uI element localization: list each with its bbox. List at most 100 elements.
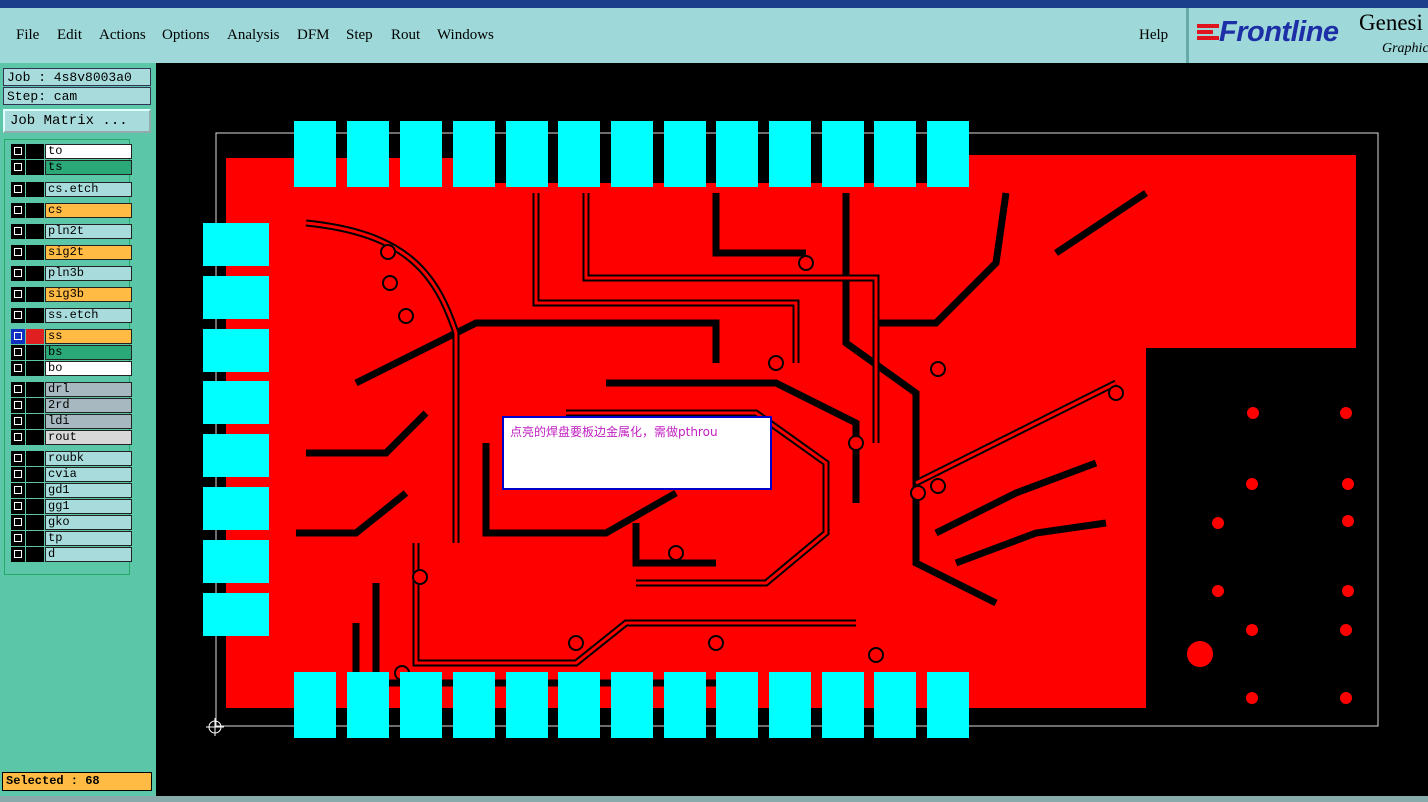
layer-checkbox[interactable] (11, 382, 25, 397)
via[interactable] (1338, 405, 1354, 421)
layer-checkbox[interactable] (11, 547, 25, 562)
layer-row-bs[interactable]: bs (9, 345, 132, 360)
bottom-pad[interactable] (769, 672, 811, 738)
top-pad[interactable] (611, 121, 653, 187)
layer-row-2rd[interactable]: 2rd (9, 398, 132, 413)
bottom-pad[interactable] (664, 672, 706, 738)
layer-row-gd1[interactable]: gd1 (9, 483, 132, 498)
via[interactable] (1245, 405, 1261, 421)
layer-row-to[interactable]: to (9, 144, 132, 159)
layer-row-pln3b[interactable]: pln3b (9, 266, 132, 281)
layer-checkbox[interactable] (11, 515, 25, 530)
layer-row-cs[interactable]: cs (9, 203, 132, 218)
top-pad[interactable] (716, 121, 758, 187)
top-pad[interactable] (927, 121, 969, 187)
via[interactable] (1210, 515, 1226, 531)
via[interactable] (1340, 513, 1356, 529)
via[interactable] (798, 255, 814, 271)
menu-windows[interactable]: Windows (437, 27, 494, 44)
layer-row-gg1[interactable]: gg1 (9, 499, 132, 514)
layer-checkbox[interactable] (11, 287, 25, 302)
via[interactable] (1108, 385, 1124, 401)
left-pad[interactable] (203, 223, 269, 266)
menu-options[interactable]: Options (162, 27, 210, 44)
via[interactable] (380, 244, 396, 260)
layer-row-cvia[interactable]: cvia (9, 467, 132, 482)
via[interactable] (1340, 583, 1356, 599)
via[interactable] (412, 569, 428, 585)
pcb-board[interactable] (156, 63, 1428, 796)
via[interactable] (868, 647, 884, 663)
mounting-hole[interactable] (1185, 639, 1215, 669)
top-pad[interactable] (769, 121, 811, 187)
left-pad[interactable] (203, 593, 269, 636)
layer-checkbox[interactable] (11, 499, 25, 514)
bottom-pad[interactable] (611, 672, 653, 738)
top-pad[interactable] (506, 121, 548, 187)
bottom-pad[interactable] (506, 672, 548, 738)
via[interactable] (1340, 476, 1356, 492)
bottom-pad[interactable] (822, 672, 864, 738)
layer-checkbox[interactable] (11, 245, 25, 260)
menu-step[interactable]: Step (346, 27, 373, 44)
layer-checkbox[interactable] (11, 203, 25, 218)
layer-checkbox[interactable] (11, 182, 25, 197)
via[interactable] (382, 275, 398, 291)
layer-checkbox[interactable] (11, 414, 25, 429)
bottom-pad[interactable] (716, 672, 758, 738)
via[interactable] (708, 635, 724, 651)
layer-row-rout[interactable]: rout (9, 430, 132, 445)
layer-checkbox[interactable] (11, 345, 25, 360)
layer-row-roubk[interactable]: roubk (9, 451, 132, 466)
layer-row-ldi[interactable]: ldi (9, 414, 132, 429)
layer-row-sig3b[interactable]: sig3b (9, 287, 132, 302)
top-pad[interactable] (874, 121, 916, 187)
via[interactable] (930, 478, 946, 494)
layer-row-ss-etch[interactable]: ss.etch (9, 308, 132, 323)
layer-checkbox[interactable] (11, 451, 25, 466)
via[interactable] (668, 545, 684, 561)
menu-help[interactable]: Help (1139, 27, 1168, 44)
layer-row-drl[interactable]: drl (9, 382, 132, 397)
layer-checkbox[interactable] (11, 361, 25, 376)
menu-file[interactable]: File (16, 27, 39, 44)
via[interactable] (1244, 622, 1260, 638)
layer-checkbox[interactable] (11, 531, 25, 546)
top-pad[interactable] (347, 121, 389, 187)
bottom-pad[interactable] (294, 672, 336, 738)
via[interactable] (768, 355, 784, 371)
left-pad[interactable] (203, 329, 269, 372)
layer-checkbox[interactable] (11, 398, 25, 413)
bottom-pad[interactable] (927, 672, 969, 738)
via[interactable] (848, 435, 864, 451)
menu-edit[interactable]: Edit (57, 27, 82, 44)
layer-checkbox[interactable] (11, 308, 25, 323)
layer-row-d[interactable]: d (9, 547, 132, 562)
bottom-pad[interactable] (874, 672, 916, 738)
note-popup[interactable]: 点亮的焊盘要板边金属化，需做pthrou (502, 416, 772, 490)
top-pad[interactable] (453, 121, 495, 187)
left-pad[interactable] (203, 381, 269, 424)
via[interactable] (1210, 583, 1226, 599)
top-pad[interactable] (400, 121, 442, 187)
layer-row-pln2t[interactable]: pln2t (9, 224, 132, 239)
layer-row-sig2t[interactable]: sig2t (9, 245, 132, 260)
layer-checkbox[interactable] (11, 467, 25, 482)
via[interactable] (1338, 690, 1354, 706)
menu-dfm[interactable]: DFM (297, 27, 330, 44)
bottom-pad[interactable] (347, 672, 389, 738)
layer-row-tp[interactable]: tp (9, 531, 132, 546)
via[interactable] (568, 635, 584, 651)
layer-row-gko[interactable]: gko (9, 515, 132, 530)
bottom-pad[interactable] (400, 672, 442, 738)
bottom-pad[interactable] (453, 672, 495, 738)
menu-analysis[interactable]: Analysis (227, 27, 280, 44)
via[interactable] (930, 361, 946, 377)
layer-checkbox[interactable] (11, 160, 25, 175)
via[interactable] (398, 308, 414, 324)
left-pad[interactable] (203, 487, 269, 530)
bottom-pad[interactable] (558, 672, 600, 738)
graphic-canvas[interactable] (156, 63, 1428, 796)
layer-row-bo[interactable]: bo (9, 361, 132, 376)
layer-checkbox[interactable] (11, 329, 25, 344)
